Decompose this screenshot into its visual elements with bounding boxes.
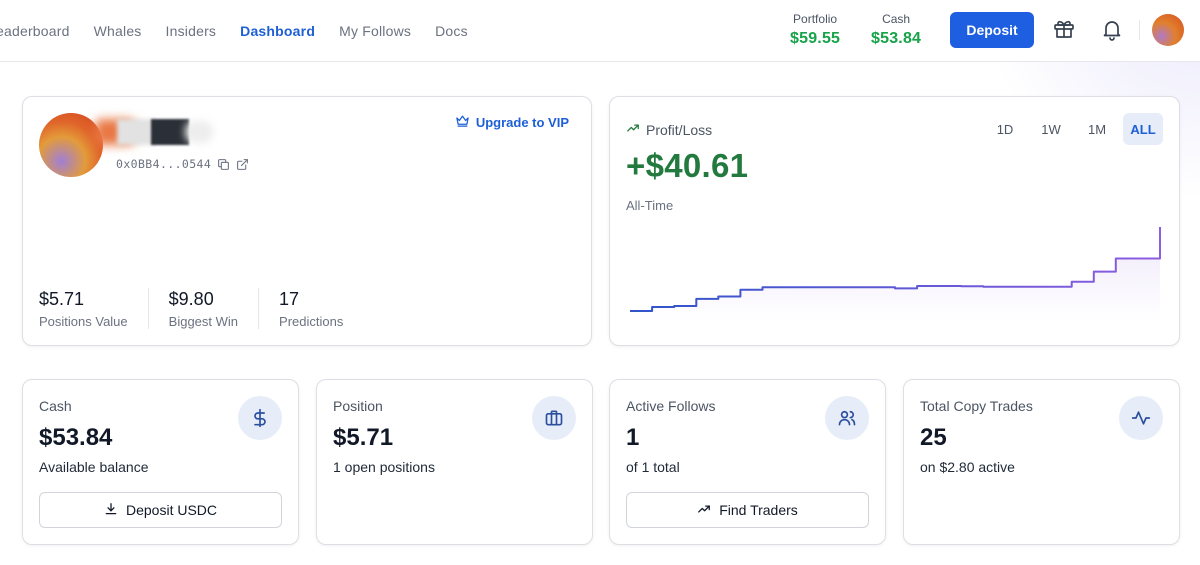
stat-label: Positions Value — [39, 314, 128, 329]
users-icon — [825, 396, 869, 440]
nav-dashboard[interactable]: Dashboard — [240, 23, 315, 39]
download-icon — [104, 502, 118, 519]
external-link-icon[interactable] — [236, 158, 249, 171]
cash-card: Cash $53.84 Available balance Deposit US… — [22, 379, 299, 545]
card-title: Total Copy Trades — [920, 398, 1033, 414]
blurred-username — [95, 117, 215, 147]
deposit-usdc-button[interactable]: Deposit USDC — [39, 492, 282, 528]
briefcase-icon — [532, 396, 576, 440]
activity-icon — [1119, 396, 1163, 440]
top-navigation-bar: eaderboard Whales Insiders Dashboard My … — [0, 0, 1200, 62]
nav-insiders[interactable]: Insiders — [166, 23, 217, 39]
trending-up-icon — [626, 121, 640, 138]
position-card: Position $5.71 1 open positions — [316, 379, 593, 545]
stat-value: $5.71 — [39, 289, 85, 309]
stat-value: 17 — [279, 289, 300, 309]
pnl-area — [630, 227, 1160, 323]
card-subtitle: on $2.80 active — [920, 459, 1015, 475]
card-value: $5.71 — [333, 424, 394, 451]
profile-card: 0x0BB4...0544 Upgrade to VIP $5.71 Posit… — [22, 96, 592, 346]
crown-icon — [455, 113, 470, 131]
portfolio-balance: Portfolio $59.55 — [790, 12, 840, 48]
nav-docs[interactable]: Docs — [435, 23, 468, 39]
stat-value: $9.80 — [168, 289, 214, 309]
trending-up-icon — [697, 502, 711, 519]
card-subtitle: Available balance — [39, 459, 149, 475]
wallet-address-row: 0x0BB4...0544 — [116, 157, 249, 171]
card-title: Active Follows — [626, 398, 716, 414]
copy-icon[interactable] — [217, 158, 230, 171]
profile-avatar — [39, 113, 103, 177]
header-divider — [1139, 20, 1140, 40]
stat-predictions: 17 Predictions — [258, 288, 363, 329]
range-1m[interactable]: 1M — [1077, 113, 1117, 145]
nav-my-follows[interactable]: My Follows — [339, 23, 411, 39]
find-traders-label: Find Traders — [719, 502, 798, 518]
range-1d[interactable]: 1D — [985, 113, 1025, 145]
user-avatar[interactable] — [1152, 14, 1184, 46]
stat-positions-value: $5.71 Positions Value — [39, 288, 148, 329]
portfolio-value: $59.55 — [790, 30, 841, 47]
deposit-usdc-label: Deposit USDC — [125, 502, 218, 518]
card-title: Cash — [39, 398, 72, 414]
deposit-button[interactable]: Deposit — [950, 12, 1034, 48]
card-title: Position — [333, 398, 383, 414]
gift-icon[interactable] — [1050, 15, 1078, 43]
pnl-title: Profit/Loss — [646, 121, 713, 138]
profit-loss-card: Profit/Loss +$40.61 All-Time 1D 1W 1M AL… — [609, 96, 1180, 346]
upgrade-vip-label: Upgrade to VIP — [475, 114, 569, 130]
card-value: $53.84 — [39, 424, 113, 451]
wallet-address: 0x0BB4...0544 — [116, 157, 212, 171]
pnl-chart — [630, 227, 1161, 323]
cash-value: $53.84 — [871, 30, 922, 47]
nav-leaderboard[interactable]: eaderboard — [0, 23, 70, 39]
card-subtitle: of 1 total — [626, 459, 680, 475]
find-traders-button[interactable]: Find Traders — [626, 492, 869, 528]
nav-whales[interactable]: Whales — [94, 23, 142, 39]
pnl-header: Profit/Loss — [626, 121, 712, 138]
profile-stats: $5.71 Positions Value $9.80 Biggest Win … — [39, 288, 363, 329]
card-subtitle: 1 open positions — [333, 459, 435, 475]
bell-icon[interactable] — [1098, 15, 1126, 43]
total-copy-trades-card: Total Copy Trades 25 on $2.80 active — [903, 379, 1180, 545]
card-value: 1 — [626, 424, 640, 451]
main-nav: eaderboard Whales Insiders Dashboard My … — [0, 0, 492, 62]
pnl-value: +$40.61 — [626, 147, 749, 184]
stat-label: Predictions — [279, 314, 344, 329]
pnl-period: All-Time — [626, 198, 674, 213]
range-selector: 1D 1W 1M ALL — [985, 113, 1163, 145]
range-1w[interactable]: 1W — [1031, 113, 1071, 145]
stat-biggest-win: $9.80 Biggest Win — [147, 288, 258, 329]
cash-label: Cash — [882, 12, 911, 26]
portfolio-label: Portfolio — [793, 12, 838, 26]
upgrade-vip-link[interactable]: Upgrade to VIP — [455, 113, 569, 131]
range-all[interactable]: ALL — [1123, 113, 1163, 145]
active-follows-card: Active Follows 1 of 1 total Find Traders — [609, 379, 886, 545]
cash-balance: Cash $53.84 — [871, 12, 921, 48]
card-value: 25 — [920, 424, 947, 451]
dollar-icon — [238, 396, 282, 440]
stat-label: Biggest Win — [168, 314, 239, 329]
